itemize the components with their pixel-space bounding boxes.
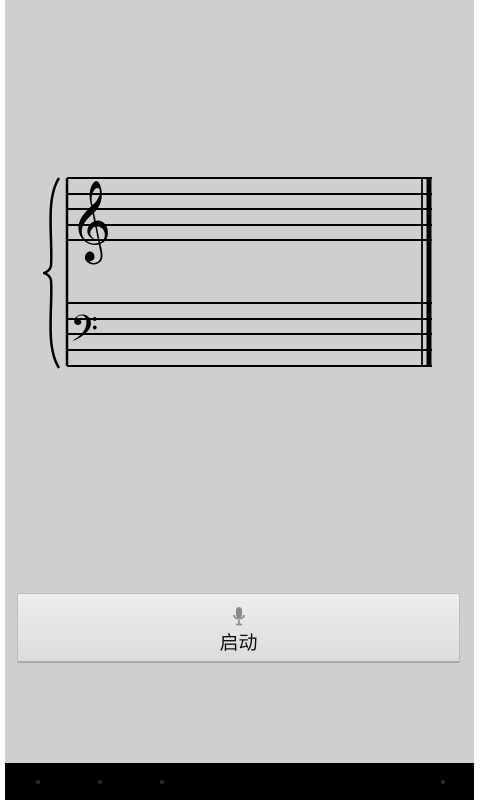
menu-nav-icon[interactable] <box>441 780 445 784</box>
launch-button[interactable]: 启动 <box>17 593 460 663</box>
microphone-icon <box>233 607 245 626</box>
grand-staff-svg: 𝄞 𝄢 <box>40 177 432 369</box>
bass-staff-lines <box>67 302 432 367</box>
brace <box>40 177 61 369</box>
treble-clef-icon: 𝄞 <box>70 179 111 264</box>
grand-staff: 𝄞 𝄢 <box>40 170 438 375</box>
home-nav-icon[interactable] <box>98 780 102 784</box>
recent-apps-nav-icon[interactable] <box>160 780 164 784</box>
bass-clef-icon: 𝄢 <box>70 308 98 359</box>
app-screen: 𝄞 𝄢 启动 <box>5 0 474 763</box>
treble-staff-lines <box>67 177 432 241</box>
navigation-bar <box>5 763 474 800</box>
launch-button-label: 启动 <box>219 632 258 654</box>
back-nav-icon[interactable] <box>36 780 40 784</box>
